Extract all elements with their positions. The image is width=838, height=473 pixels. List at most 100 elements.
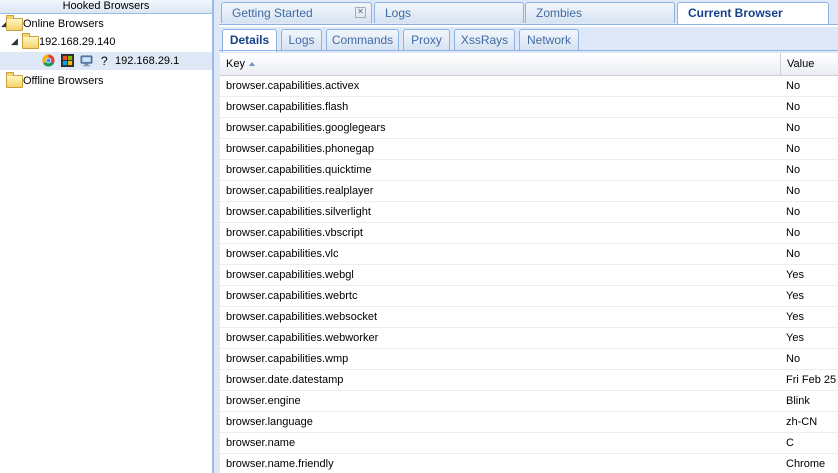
tab-current-browser[interactable]: Current Browser xyxy=(677,2,829,26)
tab-label: Getting Started xyxy=(232,6,313,20)
cell-key: browser.capabilities.activex xyxy=(226,80,360,92)
cell-value: No xyxy=(786,227,801,239)
tab-logs[interactable]: Logs xyxy=(374,2,524,23)
table-row[interactable]: browser.capabilities.webrtc Yes xyxy=(220,286,838,307)
cell-value: No xyxy=(786,80,801,92)
subtab-label: Details xyxy=(229,33,270,47)
table-row[interactable]: browser.capabilities.quicktime No xyxy=(220,160,838,181)
table-row[interactable]: browser.capabilities.websocket Yes xyxy=(220,307,838,328)
subtab-label: Commands xyxy=(331,33,394,47)
table-row[interactable]: browser.capabilities.vbscript No xyxy=(220,223,838,244)
cell-key: browser.capabilities.quicktime xyxy=(226,164,372,176)
subtab-logs[interactable]: Logs xyxy=(281,29,322,50)
subtab-commands[interactable]: Commands xyxy=(326,29,399,50)
windows-icon xyxy=(61,54,74,67)
table-row[interactable]: browser.capabilities.realplayer No xyxy=(220,181,838,202)
table-row[interactable]: browser.engine Blink xyxy=(220,391,838,412)
column-header-key[interactable]: Key xyxy=(220,53,780,75)
table-row[interactable]: browser.capabilities.activex No xyxy=(220,76,838,97)
subtab-proxy[interactable]: Proxy xyxy=(403,29,450,50)
subtab-label: XssRays xyxy=(460,33,509,47)
hooked-browsers-panel: Hooked Browsers ◢ Online Browsers ◢ 192.… xyxy=(0,0,213,473)
column-header-value[interactable]: Value xyxy=(780,53,838,75)
table-row[interactable]: browser.name C xyxy=(220,433,838,454)
monitor-icon xyxy=(80,55,93,67)
subtab-details[interactable]: Details xyxy=(222,29,277,52)
table-row[interactable]: browser.date.datestamp Fri Feb 25 xyxy=(220,370,838,391)
cell-key: browser.capabilities.realplayer xyxy=(226,185,374,197)
cell-value: Fri Feb 25 xyxy=(786,374,837,386)
cell-key: browser.language xyxy=(226,416,313,428)
cell-key: browser.capabilities.phonegap xyxy=(226,143,374,155)
cell-value: No xyxy=(786,143,801,155)
cell-value: Yes xyxy=(786,332,804,344)
cell-key: browser.date.datestamp xyxy=(226,374,344,386)
folder-icon xyxy=(6,72,23,88)
cell-key: browser.name.friendly xyxy=(226,458,334,470)
question-icon: ? xyxy=(101,54,108,68)
table-row[interactable]: browser.capabilities.webgl Yes xyxy=(220,265,838,286)
tree-label-online-browsers: Online Browsers xyxy=(23,18,104,30)
cell-value: No xyxy=(786,185,801,197)
cell-value: Chrome xyxy=(786,458,826,470)
table-row[interactable]: browser.capabilities.silverlight No xyxy=(220,202,838,223)
main-panel: Getting Started ✕ Logs Zombies Current B… xyxy=(219,0,838,473)
tab-label: Zombies xyxy=(536,6,583,20)
cell-key: browser.capabilities.flash xyxy=(226,101,349,113)
details-grid: Key Value browser.capabilities.activex No… xyxy=(220,53,838,473)
subtab-strip-divider xyxy=(219,50,838,51)
sort-ascending-icon xyxy=(248,62,255,66)
subtab-xssrays[interactable]: XssRays xyxy=(454,29,515,50)
cell-value: zh-CN xyxy=(786,416,818,428)
cell-key: browser.capabilities.webworker xyxy=(226,332,379,344)
table-row[interactable]: browser.capabilities.webworker Yes xyxy=(220,328,838,349)
tree-node-hooked-browser[interactable]: ? 192.168.29.1 xyxy=(0,52,212,70)
chrome-icon xyxy=(42,54,55,67)
cell-value: C xyxy=(786,437,794,449)
close-icon[interactable]: ✕ xyxy=(355,7,366,18)
cell-value: No xyxy=(786,122,801,134)
cell-key: browser.capabilities.webgl xyxy=(226,269,354,281)
tree-label-browser: 192.168.29.1 xyxy=(115,55,180,67)
cell-value: No xyxy=(786,248,801,260)
subtab-label: Logs xyxy=(288,33,315,47)
subtab-network[interactable]: Network xyxy=(519,29,579,50)
cell-key: browser.engine xyxy=(226,395,301,407)
table-row[interactable]: browser.capabilities.wmp No xyxy=(220,349,838,370)
table-row[interactable]: browser.language zh-CN xyxy=(220,412,838,433)
cell-value: No xyxy=(786,164,801,176)
folder-icon xyxy=(22,33,39,49)
folder-icon xyxy=(6,15,23,31)
cell-value: No xyxy=(786,353,801,365)
table-row[interactable]: browser.capabilities.googlegears No xyxy=(220,118,838,139)
tree-label-host: 192.168.29.140 xyxy=(39,36,116,48)
tab-getting-started[interactable]: Getting Started ✕ xyxy=(221,2,372,23)
cell-value: No xyxy=(786,101,801,113)
table-row[interactable]: browser.capabilities.phonegap No xyxy=(220,139,838,160)
tab-zombies[interactable]: Zombies xyxy=(525,2,675,23)
cell-value: Blink xyxy=(786,395,810,407)
grid-header: Key Value xyxy=(220,53,838,76)
column-header-value-label: Value xyxy=(787,58,815,70)
cell-key: browser.capabilities.silverlight xyxy=(226,206,371,218)
tree-label-offline-browsers: Offline Browsers xyxy=(23,75,104,87)
column-header-key-label: Key xyxy=(226,58,245,70)
subtab-label: Proxy xyxy=(411,33,442,47)
cell-key: browser.capabilities.websocket xyxy=(226,311,378,323)
cell-key: browser.name xyxy=(226,437,296,449)
cell-value: Yes xyxy=(786,269,804,281)
tab-label: Logs xyxy=(385,6,412,20)
hooked-browsers-title: Hooked Browsers xyxy=(0,0,212,14)
cell-key: browser.capabilities.webrtc xyxy=(226,290,358,302)
cell-value: No xyxy=(786,206,801,218)
cell-value: Yes xyxy=(786,311,804,323)
collapse-arrow-icon[interactable]: ◢ xyxy=(10,37,19,46)
table-row[interactable]: browser.name.friendly Chrome xyxy=(220,454,838,473)
table-row[interactable]: browser.capabilities.vlc No xyxy=(220,244,838,265)
cell-key: browser.capabilities.vlc xyxy=(226,248,339,260)
subtab-label: Network xyxy=(526,33,571,47)
tab-label: Current Browser xyxy=(688,6,783,20)
table-row[interactable]: browser.capabilities.flash No xyxy=(220,97,838,118)
cell-value: Yes xyxy=(786,290,804,302)
cell-key: browser.capabilities.googlegears xyxy=(226,122,386,134)
